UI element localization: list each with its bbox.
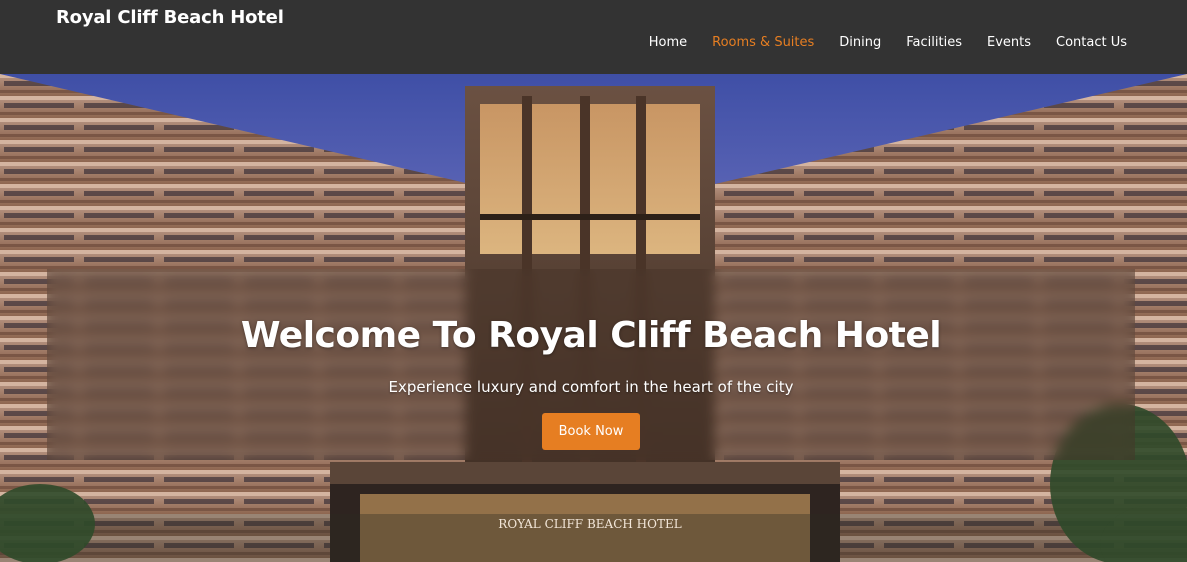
site-brand[interactable]: Royal Cliff Beach Hotel [56, 7, 284, 28]
nav-link-dining[interactable]: Dining [839, 35, 881, 50]
nav-link-facilities[interactable]: Facilities [906, 35, 962, 50]
navbar: Royal Cliff Beach Hotel Home Rooms & Sui… [0, 0, 1187, 74]
hero-section: ROYAL CLIFF BEACH HOTEL Welcome To Royal… [0, 74, 1187, 562]
hotel-sign-text: ROYAL CLIFF BEACH HOTEL [498, 517, 681, 531]
nav-link-contact-us[interactable]: Contact Us [1056, 35, 1127, 50]
nav-link-events[interactable]: Events [987, 35, 1031, 50]
hero-overlay: Welcome To Royal Cliff Beach Hotel Exper… [47, 269, 1135, 460]
nav-link-home[interactable]: Home [649, 35, 687, 50]
hero-subtitle: Experience luxury and comfort in the hea… [388, 378, 794, 396]
hero-title: Welcome To Royal Cliff Beach Hotel [240, 315, 942, 356]
book-now-button[interactable]: Book Now [542, 413, 640, 450]
main-nav: Home Rooms & Suites Dining Facilities Ev… [649, 35, 1127, 50]
nav-link-rooms-suites[interactable]: Rooms & Suites [712, 35, 814, 50]
